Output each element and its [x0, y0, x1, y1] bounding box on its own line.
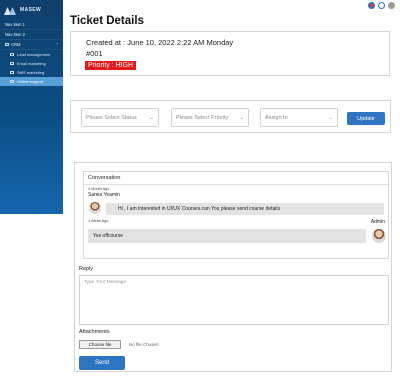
- sidebar-item-crm[interactable]: CRM ⌃: [0, 40, 63, 50]
- logo-text: MASEW: [20, 7, 42, 13]
- attachments-label: Attachments: [79, 329, 110, 335]
- message-time: 4 Month Ago: [88, 187, 110, 191]
- ticket-filters-card: Please Select Status ⌄ Please Select Pri…: [70, 100, 391, 133]
- sidebar-item-nav-1[interactable]: Nav item 1: [0, 20, 63, 30]
- email-icon: [10, 62, 14, 65]
- sidebar-item-label: Lead management: [17, 52, 51, 57]
- ticket-number: #001: [86, 49, 103, 58]
- priority-select[interactable]: Please Select Priority ⌄: [171, 108, 249, 127]
- notification-icon[interactable]: [368, 2, 375, 9]
- conversation-box: Conversation 4 Month Ago Samia Yeamin Hi…: [83, 171, 389, 259]
- sidebar-item-label: SMS marketing: [17, 70, 45, 75]
- topbar-icons: [368, 2, 395, 9]
- message-bubble: Hi , I am Interested in UI/UX Courses.ca…: [106, 203, 384, 215]
- status-select-placeholder: Please Select Status: [86, 114, 137, 121]
- sidebar-item-lead-management[interactable]: Lead management: [0, 50, 63, 59]
- reply-textarea[interactable]: Type Your Message: [79, 275, 389, 325]
- update-button[interactable]: Update: [347, 112, 385, 125]
- message-sender: Samia Yeamin: [88, 192, 120, 198]
- sidebar-item-nav-2[interactable]: Nav item 2: [0, 30, 63, 40]
- sidebar-item-label: Email marketing: [17, 61, 46, 66]
- created-at: Created at : June 10, 2022 2:22 AM Monda…: [86, 38, 234, 47]
- crm-icon: [5, 43, 9, 46]
- priority-badge: Priority : HIGH: [85, 61, 137, 70]
- sidebar-item-label: CRM: [11, 42, 21, 47]
- ticket-info-card: Created at : June 10, 2022 2:22 AM Monda…: [70, 31, 390, 76]
- sidebar-item-label: Online support: [17, 79, 44, 84]
- conversation-card: Conversation 4 Month Ago Samia Yeamin Hi…: [74, 162, 392, 372]
- settings-icon[interactable]: [378, 2, 385, 9]
- message-time: 1 Week Ago: [88, 219, 109, 223]
- assign-select-placeholder: Assign to: [265, 114, 288, 121]
- priority-select-placeholder: Please Select Priority: [176, 114, 229, 121]
- chevron-down-icon: ⌄: [328, 114, 333, 121]
- avatar: [89, 202, 101, 214]
- sms-icon: [10, 71, 14, 74]
- file-input: Choose file No file Chosen: [79, 340, 159, 349]
- sidebar-item-online-support[interactable]: Online support: [0, 77, 63, 86]
- divider: [84, 184, 388, 185]
- choose-file-button[interactable]: Choose file: [79, 340, 121, 349]
- status-select[interactable]: Please Select Status ⌄: [81, 108, 159, 127]
- avatar: [372, 229, 386, 243]
- assign-select[interactable]: Assign to ⌄: [260, 108, 338, 127]
- sidebar-item-label: Nav item 1: [5, 22, 26, 27]
- message-sender: Admin: [370, 219, 385, 225]
- lead-icon: [10, 53, 14, 56]
- sidebar-item-email-marketing[interactable]: Email marketing: [0, 59, 63, 68]
- sidebar-item-label: Nav item 2: [5, 32, 26, 37]
- send-button[interactable]: Send: [79, 356, 125, 370]
- message-bubble: Yes offcourse: [88, 229, 366, 243]
- support-icon: [10, 80, 14, 83]
- chevron-up-icon: ⌃: [55, 42, 59, 47]
- sidebar: MASEW Nav item 1 Nav item 2 CRM ⌃ Lead m…: [0, 0, 63, 214]
- logo[interactable]: MASEW: [0, 0, 63, 20]
- chevron-down-icon: ⌄: [149, 114, 154, 121]
- page-title: Ticket Details: [70, 15, 144, 27]
- reply-label: Reply: [79, 266, 94, 272]
- crm-group: CRM: [5, 42, 21, 47]
- chevron-down-icon: ⌄: [239, 114, 244, 121]
- no-file-text: No file Chosen: [129, 342, 159, 347]
- avatar[interactable]: [388, 2, 395, 9]
- sidebar-item-sms-marketing[interactable]: SMS marketing: [0, 68, 63, 77]
- logo-mark-icon: [4, 6, 16, 15]
- conversation-title: Conversation: [88, 175, 121, 181]
